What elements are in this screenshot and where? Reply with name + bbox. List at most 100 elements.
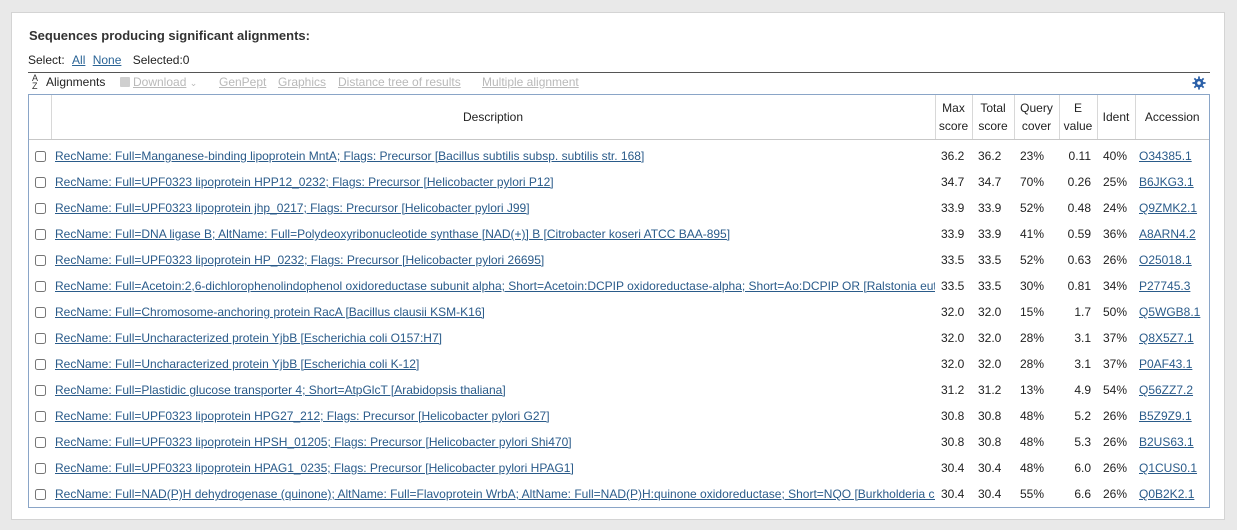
max-score-cell: 32.0: [941, 331, 965, 345]
header-e-value[interactable]: Evalue: [1059, 95, 1098, 140]
description-cell: RecName: Full=UPF0323 lipoprotein HPP12_…: [51, 169, 935, 195]
e-value-cell: 4.9: [1074, 383, 1091, 397]
description-link[interactable]: RecName: Full=Plastidic glucose transpor…: [55, 383, 935, 397]
select-all-link[interactable]: All: [72, 53, 85, 67]
row-checkbox[interactable]: [34, 255, 46, 267]
accession-link[interactable]: O25018.1: [1139, 253, 1192, 267]
description-link[interactable]: RecName: Full=Uncharacterized protein Yj…: [55, 331, 935, 345]
row-checkbox-cell: [29, 221, 51, 247]
header-total-score[interactable]: Total score: [972, 95, 1015, 140]
row-checkbox[interactable]: [34, 333, 46, 345]
description-link[interactable]: RecName: Full=UPF0323 lipoprotein HPAG1_…: [55, 461, 935, 475]
table-header: Description Max score Total score Query cov…: [29, 95, 1209, 140]
sort-az-icon[interactable]: AZ: [32, 74, 38, 91]
total-score-cell: 32.0: [978, 357, 1002, 371]
accession-cell: O34385.1: [1135, 140, 1209, 170]
distance-tree-link[interactable]: Distance tree of results: [338, 75, 461, 89]
query-cover-cell: 70%: [1020, 175, 1045, 189]
row-checkbox[interactable]: [34, 489, 46, 501]
table-row: RecName: Full=DNA ligase B; AltName: Ful…: [29, 221, 1209, 247]
accession-link[interactable]: Q56ZZ7.2: [1139, 383, 1193, 397]
header-accession[interactable]: Accession: [1135, 95, 1209, 140]
row-checkbox-cell: [29, 247, 51, 273]
header-query-cover[interactable]: Query cover: [1014, 95, 1060, 140]
gear-icon[interactable]: [1192, 76, 1206, 90]
description-link[interactable]: RecName: Full=UPF0323 lipoprotein jhp_02…: [55, 201, 935, 215]
download-menu[interactable]: Download ⌄: [120, 75, 197, 89]
header-max-score[interactable]: Max score: [935, 95, 973, 140]
row-checkbox[interactable]: [34, 437, 46, 449]
accession-link[interactable]: Q9ZMK2.1: [1139, 201, 1197, 215]
row-checkbox-cell: [29, 403, 51, 429]
row-checkbox[interactable]: [34, 385, 46, 397]
description-link[interactable]: RecName: Full=UPF0323 lipoprotein HPG27_…: [55, 409, 935, 423]
ident-cell: 26%: [1103, 461, 1128, 475]
alignments-tab[interactable]: Alignments: [46, 75, 105, 89]
total-score-cell: 30.8: [978, 409, 1002, 423]
description-cell: RecName: Full=UPF0323 lipoprotein HP_023…: [51, 247, 935, 273]
description-link[interactable]: RecName: Full=Chromosome-anchoring prote…: [55, 305, 935, 319]
accession-link[interactable]: Q8X5Z7.1: [1139, 331, 1194, 345]
accession-cell: P27745.3: [1135, 273, 1209, 299]
accession-link[interactable]: A8ARN4.2: [1139, 227, 1196, 241]
row-checkbox[interactable]: [34, 281, 46, 293]
graphics-link[interactable]: Graphics: [278, 75, 326, 89]
description-link[interactable]: RecName: Full=Uncharacterized protein Yj…: [55, 357, 935, 371]
description-link[interactable]: RecName: Full=Manganese-binding lipoprot…: [55, 149, 935, 163]
description-cell: RecName: Full=Uncharacterized protein Yj…: [51, 351, 935, 377]
max-score-cell: 30.4: [941, 487, 965, 501]
description-link[interactable]: RecName: Full=Acetoin:2,6-dichlorophenol…: [55, 279, 935, 293]
max-score-cell: 33.5: [941, 253, 965, 267]
genpept-link[interactable]: GenPept: [219, 75, 266, 89]
row-checkbox[interactable]: [34, 463, 46, 475]
select-none-link[interactable]: None: [93, 53, 122, 67]
e-value-cell: 5.3: [1074, 435, 1091, 449]
description-link[interactable]: RecName: Full=UPF0323 lipoprotein HPP12_…: [55, 175, 935, 189]
description-link[interactable]: RecName: Full=UPF0323 lipoprotein HPSH_0…: [55, 435, 935, 449]
description-link[interactable]: RecName: Full=NAD(P)H dehydrogenase (qui…: [55, 487, 935, 501]
accession-link[interactable]: O34385.1: [1139, 149, 1192, 163]
description-cell: RecName: Full=UPF0323 lipoprotein jhp_02…: [51, 195, 935, 221]
download-icon: [120, 77, 130, 87]
ident-cell: 54%: [1103, 383, 1128, 397]
accession-cell: Q1CUS0.1: [1135, 455, 1209, 481]
header-description[interactable]: Description: [51, 95, 936, 140]
multiple-alignment-link[interactable]: Multiple alignment: [482, 75, 579, 89]
ident-cell: 50%: [1103, 305, 1128, 319]
row-checkbox[interactable]: [34, 177, 46, 189]
query-cover-cell: 23%: [1020, 149, 1045, 163]
accession-cell: Q0B2K2.1: [1135, 481, 1209, 507]
query-cover-cell: 28%: [1020, 357, 1045, 371]
table-row: RecName: Full=UPF0323 lipoprotein HPG27_…: [29, 403, 1209, 429]
row-checkbox[interactable]: [34, 359, 46, 371]
row-checkbox[interactable]: [34, 411, 46, 423]
accession-link[interactable]: B5Z9Z9.1: [1139, 409, 1192, 423]
row-checkbox-cell: [29, 481, 51, 507]
accession-link[interactable]: B2US63.1: [1139, 435, 1194, 449]
max-score-cell: 36.2: [941, 149, 965, 163]
accession-link[interactable]: Q1CUS0.1: [1139, 461, 1197, 475]
table-row: RecName: Full=Uncharacterized protein Yj…: [29, 325, 1209, 351]
row-checkbox[interactable]: [34, 307, 46, 319]
total-score-cell: 32.0: [978, 305, 1002, 319]
total-score-cell: 36.2: [978, 149, 1002, 163]
description-cell: RecName: Full=Plastidic glucose transpor…: [51, 377, 935, 403]
accession-link[interactable]: P27745.3: [1139, 279, 1190, 293]
row-checkbox[interactable]: [34, 203, 46, 215]
accession-link[interactable]: P0AF43.1: [1139, 357, 1192, 371]
description-link[interactable]: RecName: Full=DNA ligase B; AltName: Ful…: [55, 227, 935, 241]
row-checkbox[interactable]: [34, 229, 46, 241]
accession-link[interactable]: B6JKG3.1: [1139, 175, 1194, 189]
table-row: RecName: Full=UPF0323 lipoprotein HPAG1_…: [29, 455, 1209, 481]
query-cover-cell: 52%: [1020, 201, 1045, 215]
query-cover-cell: 13%: [1020, 383, 1045, 397]
accession-link[interactable]: Q5WGB8.1: [1139, 305, 1200, 319]
description-cell: RecName: Full=UPF0323 lipoprotein HPSH_0…: [51, 429, 935, 455]
accession-link[interactable]: Q0B2K2.1: [1139, 487, 1194, 501]
table-row: RecName: Full=UPF0323 lipoprotein HPP12_…: [29, 169, 1209, 195]
accession-cell: A8ARN4.2: [1135, 221, 1209, 247]
description-link[interactable]: RecName: Full=UPF0323 lipoprotein HP_023…: [55, 253, 935, 267]
header-ident[interactable]: Ident: [1097, 95, 1136, 140]
total-score-cell: 30.8: [978, 435, 1002, 449]
row-checkbox[interactable]: [34, 151, 46, 163]
